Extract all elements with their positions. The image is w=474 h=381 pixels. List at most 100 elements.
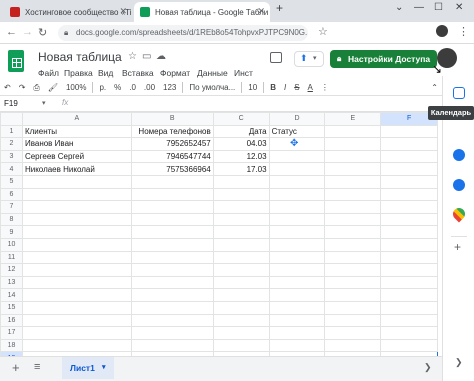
cell[interactable] xyxy=(324,300,382,315)
move-folder-icon[interactable]: ▭ xyxy=(142,51,151,62)
row-header[interactable]: 18 xyxy=(0,338,23,353)
cell[interactable] xyxy=(130,212,214,227)
row-header[interactable]: 7 xyxy=(0,200,23,214)
column-header-a[interactable]: A xyxy=(21,112,132,126)
cell[interactable] xyxy=(380,212,438,227)
cell[interactable] xyxy=(380,326,438,340)
cell[interactable] xyxy=(21,250,132,265)
more-formats-button[interactable]: 123 xyxy=(159,83,180,92)
cell[interactable] xyxy=(212,187,270,202)
cell[interactable] xyxy=(21,300,132,315)
cell[interactable] xyxy=(130,313,214,328)
row-header[interactable]: 2 xyxy=(0,137,23,151)
tasks-icon[interactable] xyxy=(453,149,465,161)
cell[interactable] xyxy=(324,275,382,290)
cloud-status-icon[interactable]: ☁ xyxy=(156,51,166,62)
forward-icon[interactable]: → xyxy=(22,26,33,38)
close-tab-icon[interactable]: ✕ xyxy=(257,6,265,17)
row-header[interactable]: 13 xyxy=(0,275,23,290)
cell[interactable] xyxy=(21,338,132,353)
cell[interactable] xyxy=(324,149,382,164)
cell[interactable] xyxy=(268,338,326,353)
menu-format[interactable]: Формат xyxy=(160,68,190,78)
column-header-d[interactable]: D xyxy=(268,112,326,126)
cell[interactable] xyxy=(380,338,438,353)
cell[interactable] xyxy=(380,174,438,189)
cell[interactable]: Дата xyxy=(212,124,270,139)
more-options-icon[interactable]: ⋮ xyxy=(317,83,333,92)
cell[interactable] xyxy=(21,237,132,252)
share-button[interactable]: 🔒︎ Настройки Доступа xyxy=(330,50,437,68)
cell[interactable] xyxy=(324,338,382,353)
cell[interactable]: Николаев Николай xyxy=(21,162,132,176)
cell[interactable] xyxy=(268,174,326,189)
zoom-select[interactable]: 100% xyxy=(62,83,90,92)
cell[interactable]: 04.03 xyxy=(212,137,270,151)
italic-button[interactable]: I xyxy=(280,83,290,92)
menu-file[interactable]: Файл xyxy=(38,68,59,78)
row-header[interactable]: 6 xyxy=(0,187,23,202)
cell[interactable] xyxy=(268,212,326,227)
row-header[interactable]: 16 xyxy=(0,313,23,328)
cell[interactable] xyxy=(212,212,270,227)
cell[interactable] xyxy=(130,187,214,202)
chevron-down-icon[interactable]: ▾ xyxy=(42,99,46,107)
cell[interactable]: Иванов Иван xyxy=(21,137,132,151)
redo-icon[interactable]: ↷ xyxy=(15,83,30,92)
cell[interactable] xyxy=(268,200,326,214)
cell[interactable] xyxy=(268,149,326,164)
cell[interactable] xyxy=(130,326,214,340)
cell[interactable] xyxy=(324,174,382,189)
cell[interactable]: Сергеев Сергей xyxy=(21,149,132,164)
cell[interactable]: Статус xyxy=(268,124,326,139)
undo-icon[interactable]: ↶ xyxy=(0,83,15,92)
cell[interactable] xyxy=(21,187,132,202)
row-header[interactable]: 9 xyxy=(0,225,23,239)
close-tab-icon[interactable]: ✕ xyxy=(119,6,127,17)
cell[interactable] xyxy=(21,200,132,214)
present-button[interactable]: ⬆ ▾ xyxy=(294,51,324,67)
comment-history-icon[interactable] xyxy=(270,52,282,63)
text-color-button[interactable]: A xyxy=(304,83,317,92)
cell[interactable] xyxy=(130,250,214,265)
url-input[interactable]: 🔒︎ docs.google.com/spreadsheets/d/1REb8o… xyxy=(58,25,308,41)
cell[interactable] xyxy=(268,263,326,277)
explore-icon[interactable]: ❯ xyxy=(424,362,432,373)
browser-tab-sheets[interactable]: Новая таблица - Google Табли ✕ xyxy=(134,2,270,22)
cell[interactable] xyxy=(212,263,270,277)
cell[interactable] xyxy=(324,263,382,277)
cell[interactable] xyxy=(268,250,326,265)
formula-input[interactable] xyxy=(76,98,436,110)
row-header[interactable]: 11 xyxy=(0,250,23,265)
cell[interactable] xyxy=(130,237,214,252)
cell[interactable] xyxy=(380,124,438,139)
cell[interactable] xyxy=(212,288,270,302)
cell[interactable] xyxy=(324,124,382,139)
menu-insert[interactable]: Вставка xyxy=(122,68,154,78)
row-header[interactable]: 1 xyxy=(0,124,23,139)
back-icon[interactable]: ← xyxy=(6,26,17,38)
cell[interactable] xyxy=(21,174,132,189)
contacts-icon[interactable] xyxy=(453,179,465,191)
cell[interactable] xyxy=(268,326,326,340)
currency-format-button[interactable]: р. xyxy=(95,83,110,92)
collapse-panel-icon[interactable]: ❯ xyxy=(455,357,463,368)
chevron-down-icon[interactable]: ▾ xyxy=(102,357,106,379)
maps-icon[interactable] xyxy=(450,205,468,223)
cell[interactable] xyxy=(130,275,214,290)
row-header[interactable]: 3 xyxy=(0,149,23,164)
cell[interactable] xyxy=(268,275,326,290)
browser-tab-hosting[interactable]: Хостинговое сообщество «Tim ✕ xyxy=(4,2,132,22)
hide-menus-icon[interactable]: ⌃ xyxy=(427,83,442,92)
cell[interactable] xyxy=(268,187,326,202)
cell[interactable] xyxy=(380,162,438,176)
cell[interactable]: Клиенты xyxy=(21,124,132,139)
cell[interactable]: Номера телефонов xyxy=(130,124,214,139)
cell[interactable] xyxy=(268,237,326,252)
cell[interactable] xyxy=(130,174,214,189)
cell[interactable] xyxy=(21,288,132,302)
reload-icon[interactable]: ↻ xyxy=(38,26,47,39)
percent-format-button[interactable]: % xyxy=(110,83,125,92)
cell[interactable] xyxy=(324,250,382,265)
cell[interactable] xyxy=(268,162,326,176)
